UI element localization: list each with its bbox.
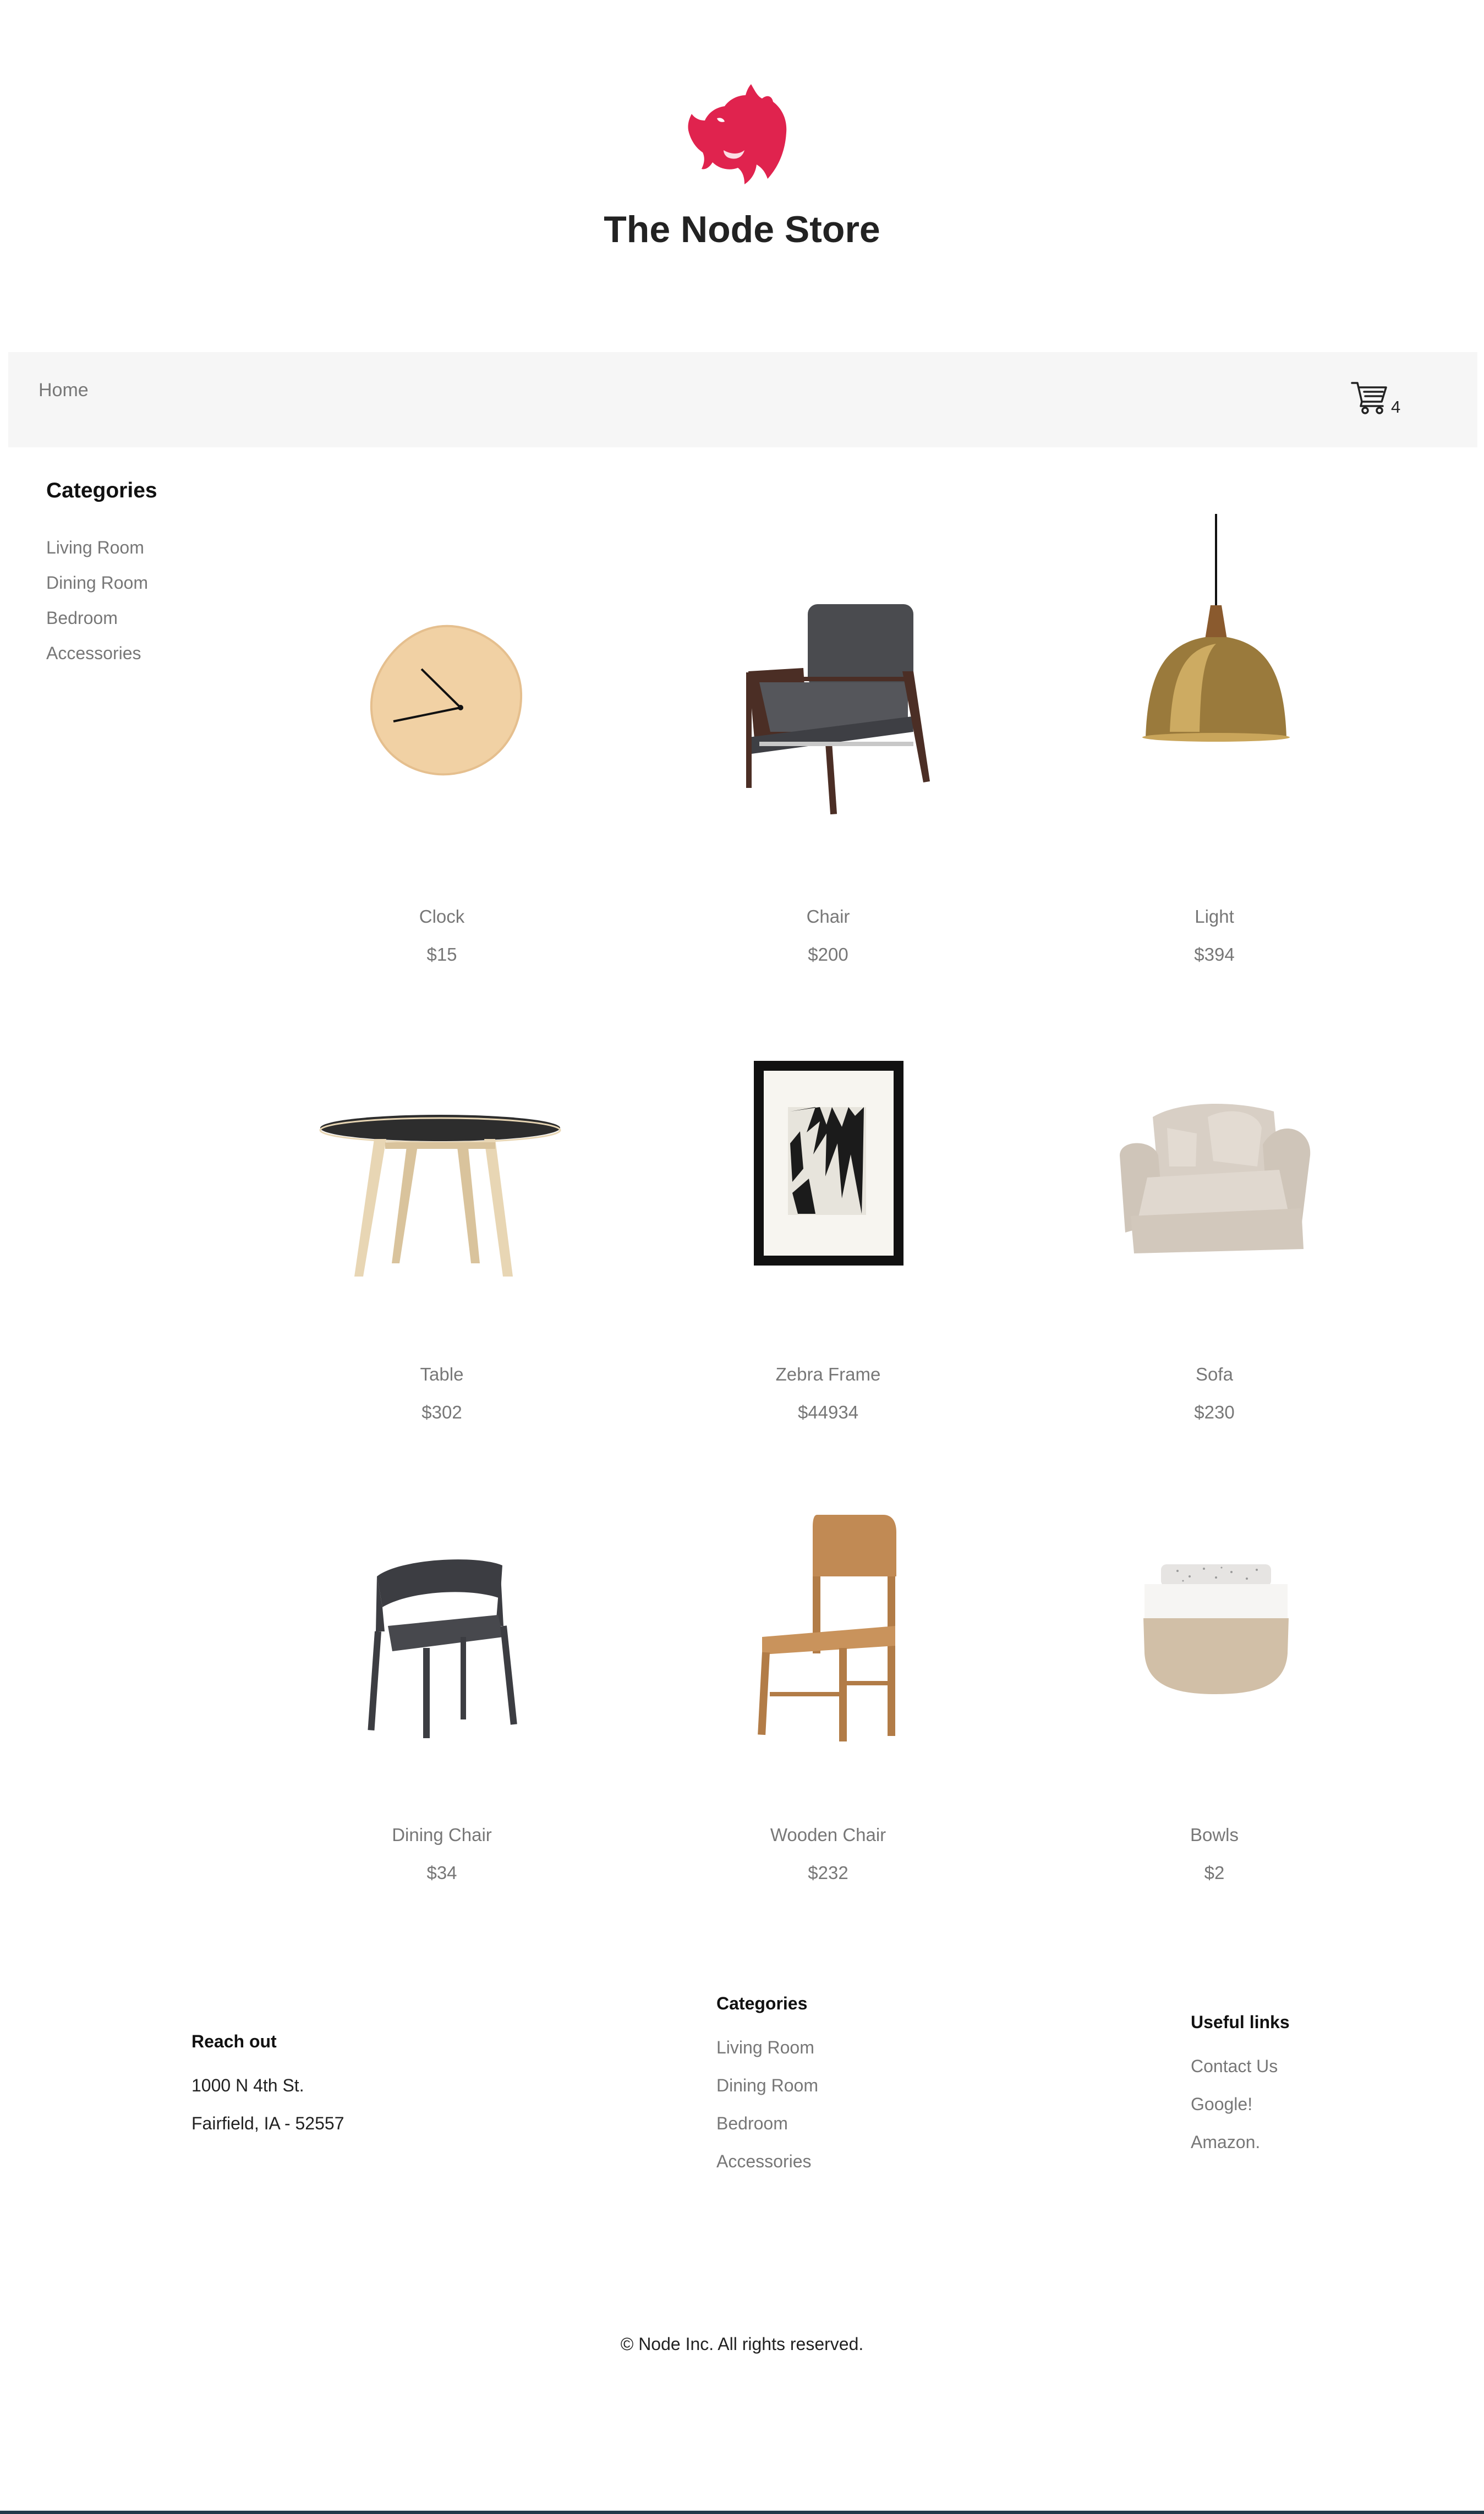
product-price: $200: [808, 944, 848, 965]
store-logo: [688, 84, 787, 184]
product-image-sofa[interactable]: [1114, 1095, 1312, 1260]
product-price: $15: [426, 944, 457, 965]
product-image-light[interactable]: [1133, 512, 1299, 743]
product-image-clock[interactable]: [360, 616, 525, 781]
sidebar-categories-heading: Categories: [46, 479, 157, 502]
sidebar-item-living-room[interactable]: Living Room: [46, 538, 144, 558]
product-name[interactable]: Table: [277, 1364, 607, 1385]
footer-address-line1: 1000 N 4th St.: [191, 2075, 304, 2095]
cart-icon[interactable]: [1351, 380, 1388, 416]
cart-count-badge: 4: [1391, 397, 1401, 417]
footer-categories-heading: Categories: [716, 1993, 808, 2013]
product-name[interactable]: Clock: [277, 906, 607, 927]
product-price: $232: [808, 1863, 848, 1883]
product-image-bowls[interactable]: [1139, 1560, 1293, 1697]
product-image-wooden-chair[interactable]: [751, 1510, 905, 1741]
product-image-dining-chair[interactable]: [366, 1554, 520, 1739]
nav-home-link[interactable]: Home: [39, 380, 89, 401]
navbar: [8, 352, 1477, 447]
product-price: $44934: [797, 1402, 859, 1422]
product-name[interactable]: Chair: [663, 906, 993, 927]
product-price: $34: [426, 1863, 457, 1883]
footer-category-living-room[interactable]: Living Room: [716, 2038, 814, 2058]
footer-category-dining-room[interactable]: Dining Room: [716, 2075, 818, 2096]
footer-link-amazon[interactable]: Amazon.: [1191, 2132, 1260, 2152]
footer-link-contact-us[interactable]: Contact Us: [1191, 2056, 1278, 2077]
footer-copyright: © Node Inc. All rights reserved.: [620, 2334, 864, 2354]
product-name[interactable]: Sofa: [1049, 1364, 1379, 1385]
product-name[interactable]: Dining Chair: [277, 1825, 607, 1845]
product-price: $2: [1204, 1863, 1225, 1883]
sidebar-item-bedroom[interactable]: Bedroom: [46, 608, 118, 628]
store-title: The Node Store: [604, 209, 880, 250]
footer-useful-links-heading: Useful links: [1191, 2012, 1290, 2032]
footer-reach-out-heading: Reach out: [191, 2031, 277, 2051]
product-name[interactable]: Bowls: [1049, 1825, 1379, 1845]
footer-address-line2: Fairfield, IA - 52557: [191, 2113, 344, 2133]
sidebar-item-accessories[interactable]: Accessories: [46, 643, 141, 664]
product-name[interactable]: Wooden Chair: [663, 1825, 993, 1845]
product-price: $230: [1194, 1402, 1235, 1422]
product-price: $394: [1194, 944, 1235, 965]
footer-category-accessories[interactable]: Accessories: [716, 2151, 812, 2172]
product-name[interactable]: Zebra Frame: [663, 1364, 993, 1385]
product-image-chair[interactable]: [726, 600, 935, 814]
sidebar-item-dining-room[interactable]: Dining Room: [46, 573, 148, 593]
footer-category-bedroom[interactable]: Bedroom: [716, 2113, 788, 2134]
product-price: $302: [421, 1402, 462, 1422]
product-image-table[interactable]: [319, 1111, 561, 1282]
product-name[interactable]: Light: [1049, 906, 1379, 927]
bottom-divider: [0, 2511, 1484, 2514]
footer-link-google[interactable]: Google!: [1191, 2094, 1252, 2115]
product-image-zebra-frame[interactable]: [754, 1061, 903, 1266]
